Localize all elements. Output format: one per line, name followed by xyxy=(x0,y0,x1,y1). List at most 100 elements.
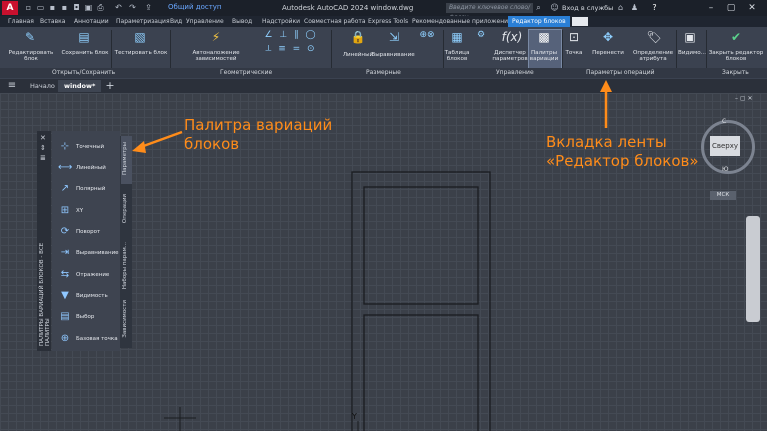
tab-express-tools[interactable]: Express Tools xyxy=(368,16,408,27)
help-icon[interactable]: ? xyxy=(650,3,659,12)
panel-label-action-params[interactable]: Параметры операций xyxy=(586,69,655,76)
search-input[interactable]: Введите ключевое слово/фразу xyxy=(446,3,533,21)
point-param-button[interactable]: Точка xyxy=(562,50,586,56)
share-icon[interactable]: ⇪ xyxy=(144,3,153,12)
account-icon[interactable]: ♟ xyxy=(630,3,639,12)
dim-extra-icons[interactable]: ⊕⊗ xyxy=(416,30,438,40)
palette-properties-icon[interactable]: ≣ xyxy=(40,154,46,163)
palette-annotation-line1: Палитра вариаций xyxy=(184,116,333,134)
tab-output[interactable]: Вывод xyxy=(232,16,252,27)
close-icon[interactable]: ✕ xyxy=(745,2,759,14)
search-icon[interactable]: ⌕ xyxy=(534,3,543,12)
doc-tab-window[interactable]: window* xyxy=(58,80,102,92)
login-button[interactable]: Вход в службы xyxy=(562,4,613,12)
tab-featured-apps[interactable]: Рекомендованные приложения xyxy=(412,16,512,27)
auto-constrain-button[interactable]: Автоналожение зависимостей xyxy=(172,50,260,62)
palette-tab-constraints[interactable]: Зависимости xyxy=(121,298,132,346)
ribbon-annotation: Вкладка ленты «Редактор блоков» xyxy=(546,133,699,171)
new-file-icon[interactable]: ▫ xyxy=(24,3,33,12)
door-panel-bottom xyxy=(363,314,479,431)
panel-label-open-save[interactable]: Открыть/Сохранить xyxy=(52,69,115,76)
palette-tab-label: Наборы парам... xyxy=(122,242,128,290)
palette-item-linear[interactable]: ⟷ Линейный xyxy=(56,159,120,179)
block-table-icon: ▦ xyxy=(451,30,463,44)
panel-label-geometric: Геометрические xyxy=(220,69,273,76)
print-icon[interactable]: ⎙ xyxy=(96,3,105,12)
tab-overflow-button[interactable] xyxy=(572,17,588,26)
lookup-param-icon: ▤ xyxy=(60,311,70,322)
palette-item-polar[interactable]: ↗ Полярный xyxy=(56,180,120,200)
tab-view[interactable]: Вид xyxy=(170,16,182,27)
param-manager-button[interactable]: Диспетчер параметров xyxy=(492,50,528,62)
tab-home[interactable]: Главная xyxy=(8,16,34,27)
save-as-icon[interactable]: ▪ xyxy=(60,3,69,12)
palette-close-icon[interactable]: ✕ xyxy=(40,134,46,143)
window-title: Autodesk AutoCAD 2024 window.dwg xyxy=(282,4,414,12)
palette-item-visibility[interactable]: ▼ Видимость xyxy=(56,287,120,307)
palette-item-lookup[interactable]: ▤ Выбор xyxy=(56,308,120,328)
palette-item-label: Поворот xyxy=(76,229,101,235)
tab-collaborate[interactable]: Совместная работа xyxy=(304,16,366,27)
tab-insert[interactable]: Вставка xyxy=(40,16,65,27)
move-action-button[interactable]: Перенести xyxy=(588,50,628,56)
viewcube-north[interactable]: С xyxy=(722,118,726,125)
alignment-param-icon: ⇥ xyxy=(60,247,70,258)
cart-icon[interactable]: ⌂ xyxy=(616,3,625,12)
viewcube-south[interactable]: Ю xyxy=(722,166,728,173)
navigation-bar[interactable] xyxy=(746,216,760,322)
ucs-menu-button[interactable]: МСК xyxy=(710,191,736,200)
hamburger-menu-icon[interactable]: ≡ xyxy=(6,80,18,92)
upload-icon[interactable]: ▣ xyxy=(84,3,93,12)
palette-tab-label: Зависимости xyxy=(122,300,128,338)
palette-tab-param-sets[interactable]: Наборы парам... xyxy=(121,240,132,296)
undo-icon[interactable]: ↶ xyxy=(114,3,123,12)
door-panel-top xyxy=(363,186,479,305)
palette-item-rotation[interactable]: ⟳ Поворот xyxy=(56,223,120,243)
save-block-button[interactable]: Сохранить блок xyxy=(60,50,110,56)
ribbon-arrow xyxy=(600,80,612,128)
share-link[interactable]: Общий доступ xyxy=(168,3,222,11)
palette-item-basepoint[interactable]: ⊕ Базовая точка xyxy=(56,330,120,350)
viewcube-top-face[interactable]: Сверху xyxy=(710,136,740,156)
attribute-def-button[interactable]: Определение атрибута xyxy=(632,50,674,62)
geometric-constraints-icon-row2[interactable]: ⟂ ≡ = ⊙ xyxy=(262,44,320,54)
web-icon[interactable]: ◘ xyxy=(72,3,81,12)
minimize-icon[interactable]: – xyxy=(704,2,718,14)
palette-item-alignment[interactable]: ⇥ Выравнивание xyxy=(56,244,120,264)
palette-item-label: Полярный xyxy=(76,186,106,192)
tab-block-editor[interactable]: Редактор блоков xyxy=(508,16,570,27)
close-block-editor-button[interactable]: Закрыть редактор блоков xyxy=(708,50,764,62)
visibility-button[interactable]: Видимо... xyxy=(678,50,706,56)
test-block-button[interactable]: Тестировать блок xyxy=(113,50,169,56)
palette-item-label: Точечный xyxy=(76,144,105,150)
open-folder-icon[interactable]: ▭ xyxy=(36,3,45,12)
panel-label-dimensional: Размерные xyxy=(366,69,401,76)
palette-autohide-icon[interactable]: ⇕ xyxy=(40,144,46,153)
param-manager-icon: f(x) xyxy=(501,30,523,44)
maximize-icon[interactable]: ▢ xyxy=(724,2,738,14)
tab-manage[interactable]: Управление xyxy=(186,16,224,27)
geometric-constraints-icon[interactable]: ∠ ⊥ ∥ ◯ xyxy=(262,30,320,40)
save-icon[interactable]: ▪ xyxy=(48,3,57,12)
palette-item-label: Выбор xyxy=(76,314,95,320)
align-dim-button[interactable]: Выравнивание xyxy=(370,52,416,58)
doc-tab-start[interactable]: Начало xyxy=(24,80,61,92)
palette-item-flip[interactable]: ⇆ Отражение xyxy=(56,266,120,286)
redo-icon[interactable]: ↷ xyxy=(128,3,137,12)
edit-block-button[interactable]: Редактировать блок xyxy=(2,50,60,62)
palette-tab-actions[interactable]: Операции xyxy=(121,188,132,236)
tab-parametric[interactable]: Параметризация xyxy=(116,16,170,27)
new-tab-plus-icon[interactable]: + xyxy=(104,80,116,92)
palette-item-point[interactable]: ⊹ Точечный xyxy=(56,138,120,158)
tab-annotate[interactable]: Аннотации xyxy=(74,16,109,27)
tab-addins[interactable]: Надстройки xyxy=(262,16,300,27)
palette-item-label: Базовая точка xyxy=(76,336,118,342)
user-icon[interactable]: ☺ xyxy=(550,3,559,12)
rotation-param-icon: ⟳ xyxy=(60,226,70,237)
block-table-button[interactable]: Таблица блоков xyxy=(444,50,470,62)
move-action-icon: ✥ xyxy=(602,30,614,44)
palette-item-xy[interactable]: ⊞ XY xyxy=(56,202,120,222)
app-menu-button[interactable]: A xyxy=(2,1,18,15)
palette-arrow xyxy=(132,130,183,153)
block-manage-icons[interactable]: ⚙ xyxy=(472,30,490,40)
